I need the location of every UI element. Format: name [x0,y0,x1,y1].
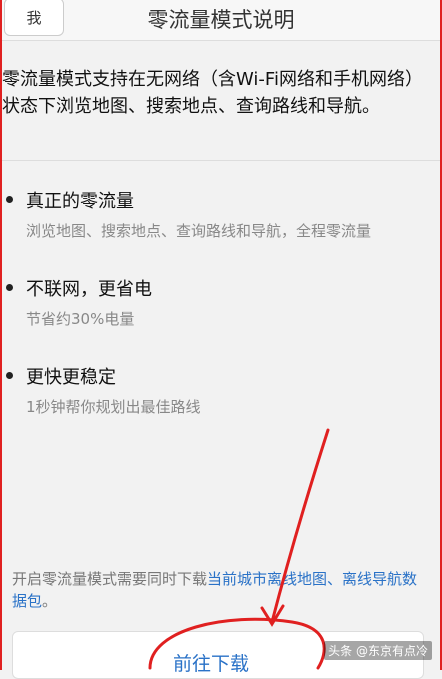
feature-title: 不联网，更省电 [26,279,152,300]
bullet-icon [6,284,13,291]
bullet-icon [6,372,13,379]
intro-text: 零流量模式支持在无网络（含Wi-Fi网络和手机网络）状态下浏览地图、搜索地点、查… [2,69,423,117]
download-button-label: 前往下载 [173,653,250,675]
notice-end: 。 [42,592,58,610]
feature-title: 真正的零流量 [26,191,134,212]
top-bar: 我 零流量模式说明 [0,0,442,41]
download-notice: 开启零流量模式需要同时下载当前城市离线地图、离线导航数据包。 [12,568,432,612]
page-title: 零流量模式说明 [147,8,295,32]
feature-desc: 浏览地图、搜索地点、查询路线和导航，全程零流量 [26,222,372,240]
divider [0,160,442,161]
watermark: 头条 @东京有点冷 [324,641,432,660]
feature-title: 更快更稳定 [26,367,116,388]
feature-desc: 1秒钟帮你规划出最佳路线 [26,398,201,416]
feature-desc: 节省约30%电量 [26,310,135,328]
notice-text: 开启零流量模式需要同时下载 [12,570,208,588]
bullet-icon [6,196,13,203]
